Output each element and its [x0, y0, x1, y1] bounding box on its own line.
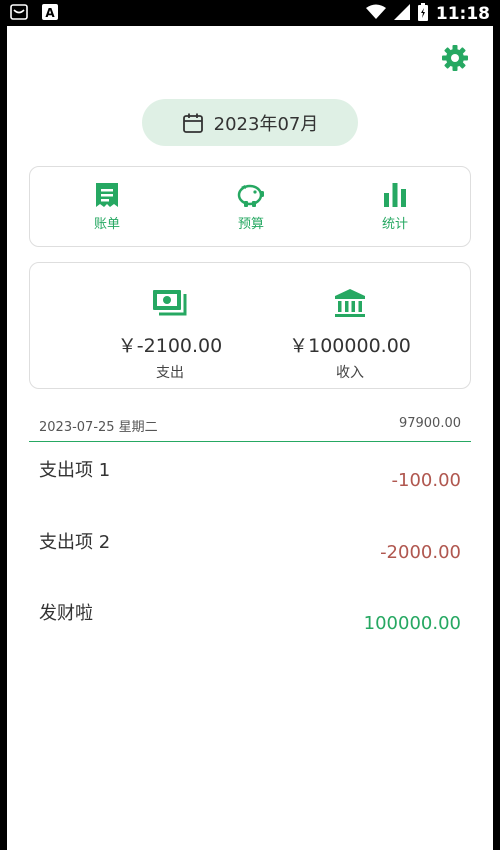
nav-item-bills[interactable]: 账单 — [62, 181, 152, 232]
receipt-icon — [96, 183, 118, 207]
day-date: 2023-07-25 星期二 — [39, 420, 158, 435]
app-a-icon: A — [42, 4, 58, 24]
bar-chart-icon — [384, 183, 406, 207]
nav-label: 统计 — [381, 217, 408, 232]
month-selector[interactable]: 2023年07月 — [142, 99, 358, 146]
transaction-amount: -100.00 — [391, 470, 461, 491]
transaction-name: 发财啦 — [39, 603, 93, 624]
nav-card: 账单 预算 统计 — [29, 166, 471, 247]
signal-icon — [393, 4, 410, 24]
transaction-row[interactable]: 支出项 1 -100.00 — [29, 456, 471, 516]
day-total: 97900.00 — [398, 416, 461, 431]
app-screen: 2023年07月 账单 预算 统计 ￥-2100.00 支出 ￥100000.0… — [7, 26, 493, 850]
expense-amount: ￥-2100.00 — [117, 335, 223, 357]
expense-label: 支出 — [156, 365, 184, 381]
settings-button[interactable] — [441, 44, 469, 72]
nav-label: 账单 — [93, 217, 120, 232]
summary-card: ￥-2100.00 支出 ￥100000.00 收入 — [29, 262, 471, 389]
expense-summary: ￥-2100.00 支出 — [100, 287, 240, 382]
month-label: 2023年07月 — [213, 113, 319, 135]
nav-item-budget[interactable]: 预算 — [206, 181, 296, 232]
day-group-header: 2023-07-25 星期二 97900.00 — [29, 414, 471, 442]
transaction-row[interactable]: 发财啦 100000.00 — [29, 599, 471, 659]
wifi-icon — [365, 4, 386, 24]
battery-icon — [417, 3, 428, 25]
nav-label: 预算 — [237, 217, 264, 232]
income-label: 收入 — [336, 365, 364, 381]
piggy-bank-icon — [237, 184, 264, 207]
status-bar: A 11:18 — [0, 0, 500, 26]
transaction-amount: 100000.00 — [363, 613, 461, 634]
transaction-amount: -2000.00 — [380, 542, 461, 563]
notification-icon — [10, 4, 28, 24]
income-amount: ￥100000.00 — [289, 335, 411, 357]
gear-icon — [442, 45, 468, 71]
transaction-row[interactable]: 支出项 2 -2000.00 — [29, 528, 471, 588]
income-summary: ￥100000.00 收入 — [270, 287, 430, 382]
bank-icon — [335, 289, 365, 317]
calendar-icon — [182, 113, 203, 133]
transaction-name: 支出项 2 — [39, 532, 111, 553]
svg-text:A: A — [45, 6, 55, 20]
cash-icon — [153, 290, 187, 316]
nav-item-stats[interactable]: 统计 — [350, 181, 440, 232]
clock: 11:18 — [435, 4, 490, 24]
transaction-name: 支出项 1 — [39, 460, 111, 481]
